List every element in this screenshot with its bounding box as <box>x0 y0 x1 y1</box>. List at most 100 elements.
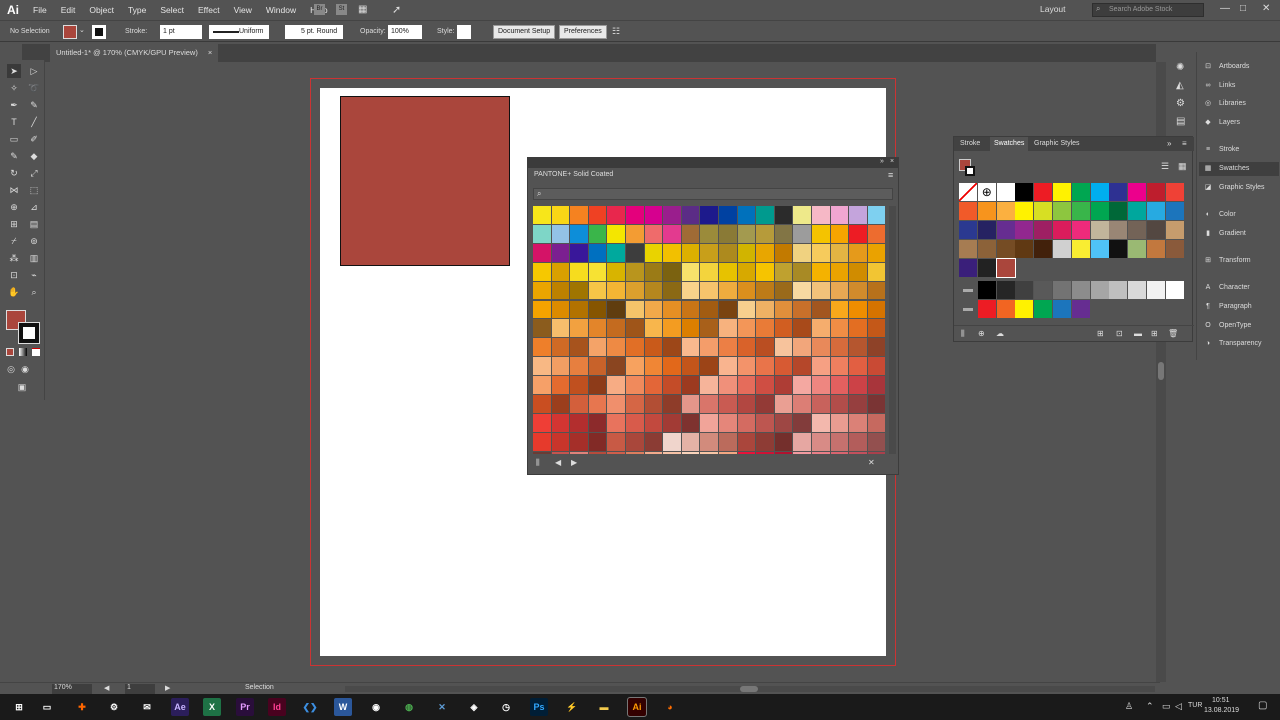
pantone-swatch[interactable] <box>737 338 756 357</box>
pantone-swatch[interactable] <box>737 300 756 319</box>
zoom-field[interactable]: 170% <box>52 684 92 694</box>
menu-file[interactable]: File <box>26 5 54 15</box>
slice-tool-icon[interactable]: ⌁ <box>27 268 41 282</box>
none-mode-icon[interactable] <box>32 348 40 356</box>
pantone-swatch[interactable] <box>533 338 551 357</box>
pantone-swatch[interactable] <box>570 262 588 281</box>
dock-item-paragraph[interactable]: ¶ Paragraph <box>1203 300 1252 314</box>
pantone-swatch[interactable] <box>700 432 718 451</box>
pantone-swatch[interactable] <box>867 300 886 319</box>
swatch[interactable] <box>996 202 1015 220</box>
swatch[interactable] <box>1147 281 1165 299</box>
pantone-swatch[interactable] <box>663 224 681 243</box>
pantone-swatch[interactable] <box>774 319 793 338</box>
pantone-swatch[interactable] <box>551 206 570 224</box>
pantone-swatch[interactable] <box>867 206 886 224</box>
swatch[interactable] <box>995 258 1016 278</box>
pantone-swatch[interactable] <box>830 319 849 338</box>
pantone-swatch[interactable] <box>607 451 625 454</box>
fill-swatch[interactable] <box>63 25 77 39</box>
pantone-swatch[interactable] <box>607 357 625 376</box>
pantone-swatch[interactable] <box>588 300 607 319</box>
pantone-swatch[interactable] <box>626 432 644 451</box>
pantone-swatch[interactable] <box>681 395 700 413</box>
perspective-grid-icon[interactable]: ⊿ <box>27 200 41 214</box>
network-icon[interactable]: ▭ <box>1162 701 1171 712</box>
pantone-swatch[interactable] <box>533 262 551 281</box>
pantone-swatch[interactable] <box>588 395 607 413</box>
user-icon[interactable]: ♙ <box>1125 701 1133 712</box>
pantone-swatch[interactable] <box>756 300 774 319</box>
pantone-swatch[interactable] <box>588 338 607 357</box>
pantone-swatch[interactable] <box>756 432 774 451</box>
gradient-mode-icon[interactable] <box>19 348 27 356</box>
windows-start-icon[interactable]: ⊞ <box>10 698 28 716</box>
pantone-swatch[interactable] <box>793 262 811 281</box>
volume-icon[interactable]: ◁ <box>1175 701 1182 712</box>
pantone-swatch[interactable] <box>551 281 570 300</box>
pantone-swatch[interactable] <box>737 224 756 243</box>
pantone-swatch[interactable] <box>570 338 588 357</box>
pantone-swatch[interactable] <box>830 262 849 281</box>
pantone-swatch[interactable] <box>849 376 867 394</box>
pantone-swatch[interactable] <box>644 357 663 376</box>
pantone-swatch[interactable] <box>830 281 849 300</box>
align-icon[interactable]: ☷ <box>612 26 620 37</box>
blend-tool-icon[interactable]: ⊚ <box>27 234 41 248</box>
pantone-swatch[interactable] <box>849 395 867 413</box>
pantone-swatch[interactable] <box>793 395 811 413</box>
pantone-swatch[interactable] <box>700 451 718 454</box>
pantone-swatch[interactable] <box>774 224 793 243</box>
pantone-swatch[interactable] <box>849 262 867 281</box>
pantone-swatch[interactable] <box>700 262 718 281</box>
pantone-swatch[interactable] <box>551 395 570 413</box>
library-menu-icon[interactable]: ⫼ <box>536 458 540 468</box>
hand-tool-icon[interactable]: ✋ <box>7 285 21 299</box>
swatch[interactable] <box>977 281 996 299</box>
pantone-swatch[interactable] <box>867 224 886 243</box>
pantone-swatch[interactable] <box>700 413 718 432</box>
pantone-swatch[interactable] <box>719 206 737 224</box>
pantone-swatch[interactable] <box>756 376 774 394</box>
pantone-swatch[interactable] <box>793 338 811 357</box>
pantone-swatch[interactable] <box>830 413 849 432</box>
pantone-swatch[interactable] <box>812 432 830 451</box>
pantone-swatch[interactable] <box>812 319 830 338</box>
pantone-swatch[interactable] <box>626 338 644 357</box>
swatch[interactable] <box>1109 281 1128 299</box>
swatch-search-field[interactable]: ⌕ <box>533 188 893 200</box>
pantone-swatch[interactable] <box>849 243 867 262</box>
pantone-swatch[interactable] <box>830 243 849 262</box>
pantone-swatch[interactable] <box>533 319 551 338</box>
minimize-icon[interactable]: — <box>1220 3 1230 14</box>
workspace-switcher[interactable]: Layout <box>1040 4 1066 14</box>
swatch[interactable] <box>1147 202 1165 220</box>
pantone-swatch[interactable] <box>681 281 700 300</box>
pantone-swatch[interactable] <box>756 451 774 454</box>
pantone-swatch[interactable] <box>588 262 607 281</box>
gradient-tool-icon[interactable]: ▤ <box>27 217 41 231</box>
pantone-swatch[interactable] <box>737 262 756 281</box>
pantone-swatch[interactable] <box>570 243 588 262</box>
pantone-swatch[interactable] <box>644 243 663 262</box>
app-icon[interactable]: ✕ <box>433 698 451 716</box>
pantone-swatch[interactable] <box>570 376 588 394</box>
pantone-swatch[interactable] <box>774 281 793 300</box>
selection-tool-icon[interactable]: ➤ <box>7 64 21 78</box>
excel-icon[interactable]: X <box>203 698 221 716</box>
pantone-swatch[interactable] <box>719 395 737 413</box>
clock-date[interactable]: 13.08.2019 <box>1204 707 1239 714</box>
swatch[interactable] <box>1109 240 1128 258</box>
swatch[interactable] <box>977 202 996 220</box>
pantone-swatch[interactable] <box>756 319 774 338</box>
pantone-swatch[interactable] <box>663 338 681 357</box>
pantone-swatch[interactable] <box>551 432 570 451</box>
pantone-swatch[interactable] <box>607 206 625 224</box>
pantone-swatch[interactable] <box>774 206 793 224</box>
swatch[interactable] <box>1147 221 1165 239</box>
pantone-swatch[interactable] <box>551 224 570 243</box>
pantone-swatch[interactable] <box>570 319 588 338</box>
dock-item-links[interactable]: ∞ Links <box>1203 79 1236 93</box>
swatch[interactable] <box>1053 240 1071 258</box>
pantone-swatch[interactable] <box>774 357 793 376</box>
